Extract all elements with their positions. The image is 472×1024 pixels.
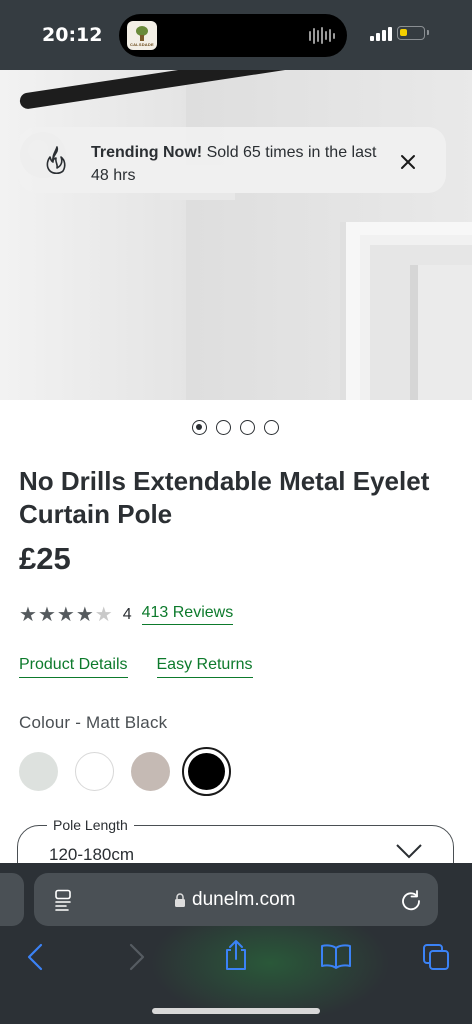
- reviews-link[interactable]: 413 Reviews: [141, 604, 234, 625]
- swatch-matt-black[interactable]: [182, 747, 231, 796]
- product-details-link[interactable]: Product Details: [19, 656, 128, 678]
- star-rating: ★ ★ ★ ★ ★: [19, 605, 113, 625]
- dynamic-island[interactable]: CALSDADE: [119, 14, 347, 57]
- rating-value: 4: [122, 605, 132, 623]
- pole-length-value: 120-180cm: [49, 845, 135, 864]
- clock: 20:12: [42, 24, 103, 46]
- app-badge-text: CALSDADE: [130, 42, 154, 47]
- reload-icon[interactable]: [400, 889, 422, 911]
- star-icon: ★: [94, 603, 113, 626]
- audio-waveform-icon: [309, 27, 335, 44]
- trending-toast: Trending Now! Sold 65 times in the last …: [18, 127, 446, 193]
- home-indicator[interactable]: [152, 1008, 320, 1014]
- forward-icon[interactable]: [128, 943, 146, 971]
- reader-icon[interactable]: [54, 889, 74, 911]
- carousel-dot[interactable]: [240, 420, 255, 435]
- swatch-white[interactable]: [75, 752, 114, 791]
- star-icon: ★: [37, 603, 56, 626]
- pole-length-label: Pole Length: [47, 817, 134, 833]
- easy-returns-link[interactable]: Easy Returns: [156, 656, 253, 678]
- product-image[interactable]: [0, 70, 472, 400]
- tabs-icon[interactable]: [422, 943, 450, 971]
- rating-row: ★ ★ ★ ★ ★ 4 413 Reviews: [19, 604, 234, 625]
- share-icon[interactable]: [222, 939, 250, 971]
- cellular-signal-icon: [370, 27, 392, 41]
- carousel-dot[interactable]: [216, 420, 231, 435]
- chevron-down-icon: [396, 844, 422, 859]
- star-icon: ★: [75, 603, 94, 626]
- browser-toolbar: [0, 940, 472, 983]
- product-title: No Drills Extendable Metal Eyelet Curtai…: [19, 466, 430, 529]
- swatch-taupe[interactable]: [131, 752, 170, 791]
- carousel-dot[interactable]: [192, 420, 207, 435]
- bookmarks-icon[interactable]: [320, 943, 352, 969]
- star-icon: ★: [56, 603, 75, 626]
- info-links: Product Details Easy Returns: [19, 656, 253, 678]
- status-bar: 20:12 CALSDADE: [0, 0, 472, 70]
- lock-icon: [175, 893, 185, 907]
- carousel-indicator: [192, 420, 279, 435]
- star-icon: ★: [19, 603, 37, 626]
- back-icon[interactable]: [26, 943, 44, 971]
- carousel-dot[interactable]: [264, 420, 279, 435]
- previous-tab-preview[interactable]: [0, 873, 24, 926]
- close-icon[interactable]: [399, 153, 417, 171]
- address-bar[interactable]: dunelm.com: [34, 873, 438, 926]
- trending-title: Trending Now!: [91, 144, 203, 161]
- product-price: £25: [19, 541, 71, 576]
- url-text: dunelm.com: [192, 889, 296, 910]
- app-icon: CALSDADE: [127, 21, 157, 50]
- swatch-grey[interactable]: [19, 752, 58, 791]
- browser-chrome: dunelm.com: [0, 863, 472, 1024]
- flame-icon: [46, 146, 66, 175]
- colour-label: Colour - Matt Black: [19, 713, 168, 732]
- battery-icon: [397, 26, 429, 40]
- colour-swatches: [19, 747, 231, 796]
